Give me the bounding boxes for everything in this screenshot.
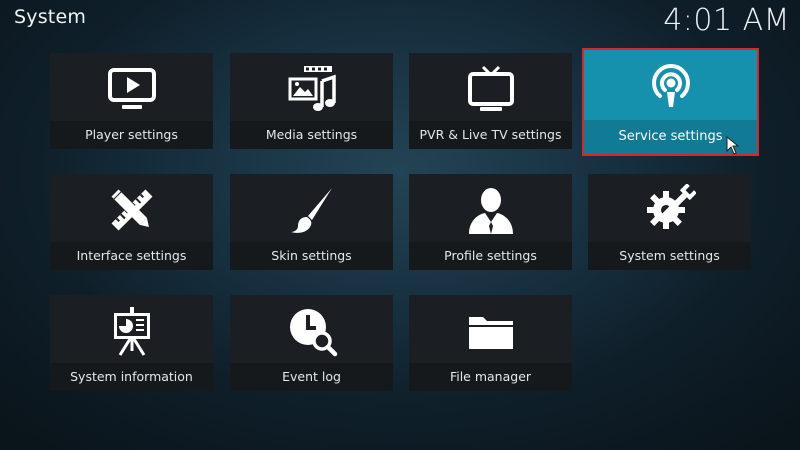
- tile-label: Skin settings: [230, 242, 393, 270]
- tile-label: Event log: [230, 363, 393, 391]
- page-title: System: [14, 6, 87, 28]
- profile-icon: [409, 184, 572, 236]
- tile-pvr-settings[interactable]: PVR & Live TV settings: [409, 53, 572, 149]
- tile-label: File manager: [409, 363, 572, 391]
- tile-label: Interface settings: [50, 242, 213, 270]
- interface-icon: [50, 184, 213, 236]
- tile-profile-settings[interactable]: Profile settings: [409, 174, 572, 270]
- tile-label: System settings: [588, 242, 751, 270]
- clock-search-icon: [230, 305, 393, 357]
- tile-label: Media settings: [230, 121, 393, 149]
- tv-icon: [409, 63, 572, 115]
- tile-label: Player settings: [50, 121, 213, 149]
- tile-interface-settings[interactable]: Interface settings: [50, 174, 213, 270]
- mouse-cursor-icon: [726, 136, 740, 155]
- folder-icon: [409, 305, 572, 357]
- tile-label: System information: [50, 363, 213, 391]
- presentation-icon: [50, 305, 213, 357]
- podcast-icon: [584, 60, 757, 112]
- paintbrush-icon: [230, 184, 393, 236]
- media-icon: [230, 63, 393, 115]
- clock: 4:01 AM: [663, 3, 790, 38]
- tile-label: Profile settings: [409, 242, 572, 270]
- tile-file-manager[interactable]: File manager: [409, 295, 572, 391]
- tile-label: PVR & Live TV settings: [409, 121, 572, 149]
- gear-wrench-icon: [588, 184, 751, 236]
- player-icon: [50, 63, 213, 115]
- tile-system-settings[interactable]: System settings: [588, 174, 751, 270]
- tile-media-settings[interactable]: Media settings: [230, 53, 393, 149]
- tile-skin-settings[interactable]: Skin settings: [230, 174, 393, 270]
- tile-event-log[interactable]: Event log: [230, 295, 393, 391]
- tile-system-information[interactable]: System information: [50, 295, 213, 391]
- tile-player-settings[interactable]: Player settings: [50, 53, 213, 149]
